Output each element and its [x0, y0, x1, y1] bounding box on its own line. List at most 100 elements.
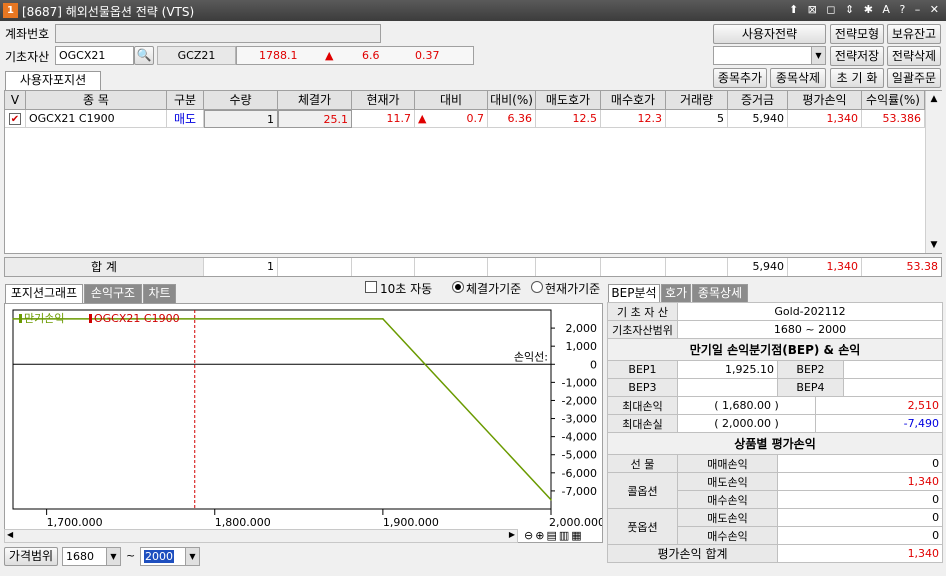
add-item-button[interactable]: 종목추가 — [713, 68, 767, 88]
user-strategy-button[interactable]: 사용자전략 — [713, 24, 826, 44]
print-icon[interactable]: ▦ — [571, 529, 583, 542]
strategy-select[interactable]: ▼ — [713, 46, 826, 65]
chevron-down-icon[interactable]: ▼ — [106, 548, 120, 565]
col-fill[interactable]: 체결가 — [278, 91, 352, 109]
tab-bep[interactable]: BEP분석 — [608, 284, 660, 303]
col-margin[interactable]: 증거금 — [728, 91, 788, 109]
row-qty[interactable]: 1 — [204, 110, 278, 128]
put-sell-label: 매도손익 — [677, 508, 778, 527]
strategy-delete-button[interactable]: 전략삭제 — [887, 46, 941, 66]
strategy-save-button[interactable]: 전략저장 — [830, 46, 884, 66]
col-pnl[interactable]: 평가손익 — [788, 91, 862, 109]
data-point — [382, 318, 384, 320]
data-point — [12, 318, 14, 320]
chart-type-icon[interactable]: ▤ — [546, 529, 558, 542]
base-asset-code-input[interactable]: OGCX21 — [55, 46, 134, 65]
col-chg-pct[interactable]: 대비(%) — [488, 91, 536, 109]
legend-series-label: 만기손익 — [24, 312, 64, 325]
col-check[interactable]: V — [5, 91, 26, 109]
bulk-order-button[interactable]: 일괄주문 — [887, 68, 941, 88]
price-low-value: 1680 — [66, 550, 94, 563]
scroll-down-icon[interactable]: ▼ — [926, 237, 942, 253]
col-name[interactable]: 종 목 — [26, 91, 167, 109]
zoom-out-icon[interactable]: ⊖ — [524, 529, 535, 542]
grid-scrollbar[interactable]: ▲ ▼ — [925, 91, 942, 253]
tab-quote[interactable]: 호가 — [661, 284, 691, 303]
fill-basis-radio[interactable] — [452, 281, 464, 293]
y-tick-label: -1,000 — [562, 376, 597, 389]
col-bid[interactable]: 매수호가 — [601, 91, 666, 109]
window-controls[interactable]: ⬆ ⊠ ◻ ⇕ ✱ A ? – ✕ — [789, 3, 942, 16]
table-row[interactable]: ✔ OGCX21 C1900 매도 1 25.1 11.7 ▲ 0.7 6.36 … — [5, 110, 925, 128]
strategy-model-button[interactable]: 전략모형 — [830, 24, 884, 44]
bep3-value — [677, 378, 778, 397]
row-fill[interactable]: 25.1 — [278, 110, 352, 128]
col-chg[interactable]: 대비 — [415, 91, 488, 109]
scroll-left-icon[interactable]: ◀ — [7, 530, 13, 539]
max-loss-value: -7,490 — [814, 414, 944, 433]
col-ret[interactable]: 수익률(%) — [862, 91, 925, 109]
legend-swatch-series — [19, 314, 22, 323]
search-icon[interactable]: 🔍 — [134, 46, 154, 65]
bar-chart-icon[interactable]: ▥ — [559, 529, 571, 542]
cur-basis-radio[interactable] — [531, 281, 543, 293]
tab-item-detail[interactable]: 종목상세 — [692, 284, 748, 303]
y-tick-label: -2,000 — [562, 394, 597, 407]
window-title: [8687] 해외선물옵션 전략 (VTS) — [22, 5, 195, 19]
put-sell-value: 0 — [776, 508, 944, 527]
check-icon[interactable]: ✔ — [9, 113, 21, 125]
price-low-select[interactable]: 1680 ▼ — [62, 547, 121, 566]
chart-scrollbar[interactable]: ◀ ▶ — [4, 529, 518, 543]
bep-section-title: 만기일 손익분기점(BEP) & 손익 — [606, 338, 944, 361]
col-side[interactable]: 구분 — [167, 91, 204, 109]
chart-panel: 손익선: 2,000 1,000 0 -1,000 -2,000 -3,000 -4,000 -… — [4, 303, 603, 543]
tab-user-position[interactable]: 사용자포지션 — [5, 71, 101, 90]
holdings-button[interactable]: 보유잔고 — [887, 24, 941, 44]
chart-toolbar: ⊖⊕▤▥▦ — [524, 529, 584, 542]
totals-qty: 1 — [204, 258, 278, 276]
tab-chart[interactable]: 차트 — [143, 284, 176, 303]
underlying-code: GCZ21 — [157, 46, 236, 65]
row-name: OGCX21 C1900 — [26, 110, 167, 128]
futures-label: 선 물 — [607, 454, 678, 473]
zoom-in-icon[interactable]: ⊕ — [535, 529, 546, 542]
base-asset-label: 기초자산 — [5, 50, 50, 64]
row-checkbox[interactable]: ✔ — [5, 110, 26, 128]
put-buy-value: 0 — [776, 526, 944, 545]
x-tick-label: 1,800.000 — [215, 516, 271, 529]
account-field[interactable] — [55, 24, 381, 43]
fill-basis-label: 체결가기준 — [466, 282, 522, 296]
row-ask: 12.5 — [536, 110, 601, 128]
call-sell-label: 매도손익 — [677, 472, 778, 491]
col-cur[interactable]: 현재가 — [352, 91, 415, 109]
price-high-value: 2000 — [144, 550, 174, 563]
totals-ret: 53.38 — [906, 260, 939, 273]
chevron-down-icon[interactable]: ▼ — [185, 548, 199, 565]
legend-marker-label: OGCX21 C1900 — [94, 312, 180, 325]
totals-label: 합 계 — [5, 258, 204, 276]
col-vol[interactable]: 거래량 — [666, 91, 728, 109]
zero-line-label: 손익선: — [514, 350, 548, 363]
underlying-price: 1788.1 — [259, 49, 298, 62]
col-ask[interactable]: 매도호가 — [536, 91, 601, 109]
row-chg-value: 0.7 — [466, 112, 485, 125]
scroll-up-icon[interactable]: ▲ — [926, 91, 942, 107]
row-pnl: 1,340 — [788, 110, 862, 128]
reset-button[interactable]: 초 기 화 — [830, 68, 884, 88]
underlying-quote: 1788.1 ▲ 6.6 0.37 — [236, 46, 474, 65]
data-point — [550, 498, 552, 501]
bep4-value — [842, 378, 944, 397]
tab-pnl-structure[interactable]: 손익구조 — [84, 284, 142, 303]
auto-refresh-checkbox[interactable] — [365, 281, 377, 293]
tab-position-graph[interactable]: 포지션그래프 — [5, 284, 83, 303]
col-qty[interactable]: 수량 — [204, 91, 278, 109]
row-chg-pct: 6.36 — [488, 110, 536, 128]
price-high-select[interactable]: 2000 ▼ — [140, 547, 200, 566]
legend-swatch-marker — [89, 314, 92, 323]
scroll-right-icon[interactable]: ▶ — [509, 530, 515, 539]
delete-item-button[interactable]: 종목삭제 — [770, 68, 826, 88]
auto-refresh-label: 10초 자동 — [380, 282, 433, 296]
chevron-down-icon[interactable]: ▼ — [811, 47, 825, 64]
totals-row: 합 계 1 5,940 1,340 53.38 — [4, 257, 942, 277]
row-cur: 11.7 — [352, 110, 415, 128]
